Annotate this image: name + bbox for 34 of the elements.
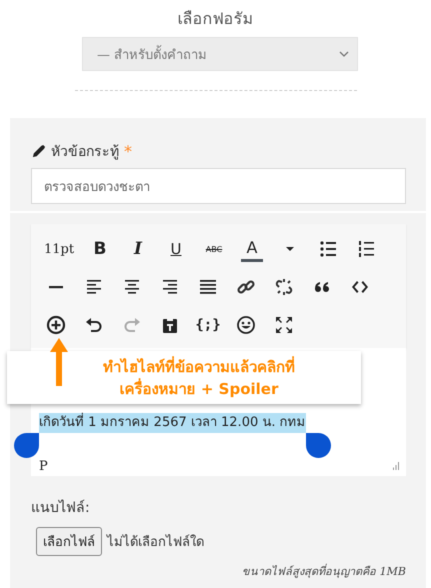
fullscreen-icon[interactable] (274, 315, 294, 335)
strikethrough-button[interactable]: ABC (195, 236, 233, 262)
numbered-list-icon[interactable] (356, 239, 376, 259)
hint-text: เครื่องหมาย + Spoiler (120, 378, 278, 400)
selected-text: เกิดวันที่ 1 มกราคม 2567 เวลา 12.00 น. กทม (39, 413, 306, 433)
selection-handle[interactable] (306, 433, 331, 458)
bullet-list-icon[interactable] (318, 239, 338, 259)
subject-label: หัวข้อกระทู้ (51, 143, 119, 162)
plus-circle-icon[interactable] (46, 315, 66, 335)
resize-grip-icon[interactable] (392, 462, 400, 470)
element-path: P (39, 459, 48, 474)
smiley-icon[interactable] (236, 315, 256, 335)
justify-icon[interactable] (198, 277, 218, 297)
selection-handle[interactable] (14, 433, 39, 458)
subject-field[interactable]: ตรวจสอบดวงชะตา (31, 168, 406, 204)
choose-file-button[interactable]: เลือกไฟล์ (36, 527, 102, 556)
up-arrow-icon (50, 338, 68, 386)
italic-button[interactable]: I (119, 236, 157, 262)
file-size-note: ขนาดไฟล์สูงสุดที่อนุญาตคือ 1MB (241, 562, 406, 580)
text-color-button[interactable]: A (241, 236, 263, 262)
code-sample-button[interactable]: {;} (189, 312, 227, 338)
pencil-icon (31, 144, 46, 158)
broken-link-icon[interactable] (274, 277, 294, 297)
attachment-label: แนบไฟล์: (31, 498, 91, 518)
undo-icon[interactable] (84, 315, 104, 335)
file-status: ไม่ได้เลือกไฟล์ใด (107, 533, 204, 552)
page-title: เลือกฟอรัม (178, 8, 254, 30)
hint-text: ทำไฮไลท์ที่ข้อความแล้วคลิกที่ (103, 356, 295, 378)
bold-button[interactable]: B (81, 236, 119, 262)
font-size-button[interactable]: 11pt (37, 236, 81, 262)
underline-button[interactable]: U (157, 236, 195, 262)
required-mark: * (124, 142, 132, 160)
forum-select[interactable]: — สำหรับตั้งคำถาม (82, 37, 358, 71)
chevron-icon (339, 51, 349, 57)
